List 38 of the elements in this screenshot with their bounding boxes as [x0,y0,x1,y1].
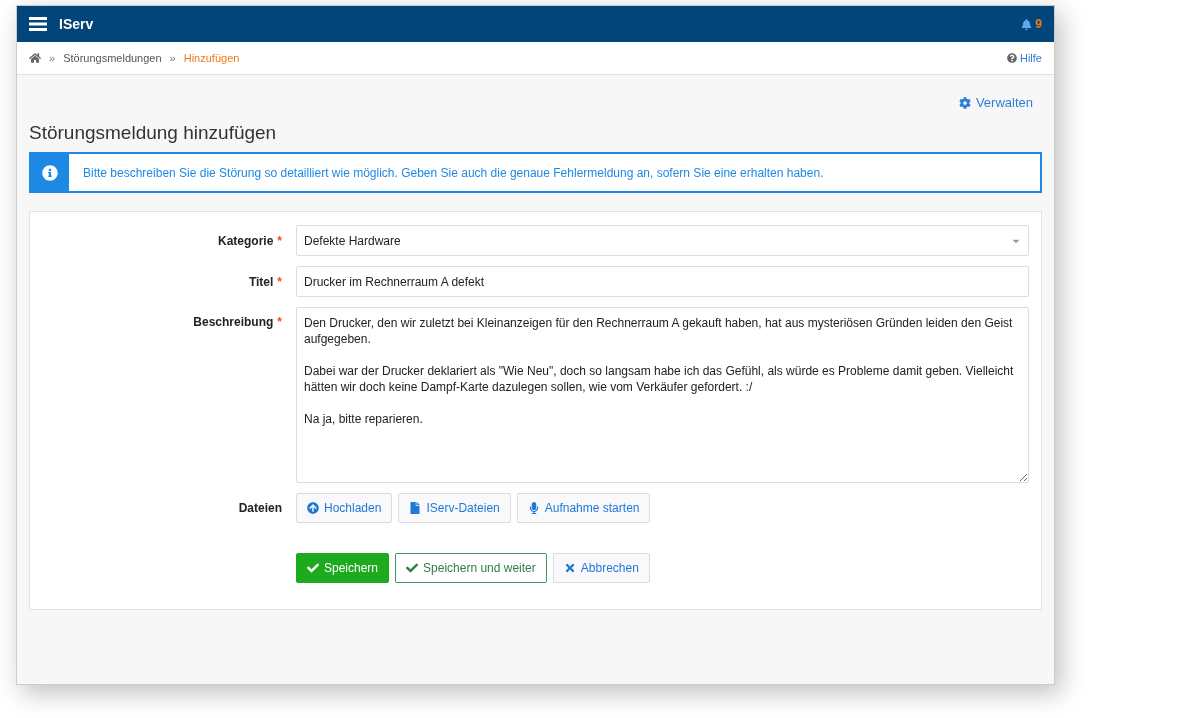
required-mark: * [277,315,282,329]
check-icon [307,562,319,574]
microphone-icon [527,502,540,514]
file-icon [409,502,422,514]
page-title: Störungsmeldung hinzufügen [29,122,278,144]
field-label: Titel [248,274,274,289]
file-button[interactable]: IServ-Dateien [398,493,511,523]
alert-text: Bitte beschreiben Sie die Störung so detailliert wie möglich. Geben Sie auch die genaue Fehlermeldung an, sofern Sie eine erhalten haben. [82,165,824,180]
menu-icon[interactable] [29,17,47,31]
bell-icon[interactable] [1021,18,1033,30]
settings-icon [958,96,971,109]
description-textarea[interactable]: Den Drucker, den wir zuletzt bei Kleinanzeigen für den Rechnerraum A gekauft haben, hat aus mysteriösen Gründen leiden den Geist aufgegeben. Dabei war der Drucker deklariert als "Wie Neu", doch so langsam habe ich das Gefühl, als würde es Probleme damit geben. Vielleicht hätten wir doch keine Dampf-Karte dazulegen sollen, wie vom Verkäufer gefordert. :/ Na ja, bitte reparieren. [296,307,1029,483]
field-label: Beschreibung [193,315,274,329]
save-button[interactable]: Speichern und weiter [395,553,547,583]
upload-icon [307,502,319,514]
input-field[interactable]: Drucker im Rechnerraum A defekt [296,266,1029,297]
save-button[interactable]: Speichern [296,553,390,583]
field-label: Kategorie [217,233,274,248]
brand-name[interactable]: IServ [59,16,94,32]
separator: » [169,52,176,64]
breadcrumb-link[interactable]: Störungsmeldungen [63,52,162,64]
field-label: Dateien [237,501,282,515]
file-button[interactable]: Aufnahme starten [516,493,651,523]
home-icon[interactable] [29,52,41,64]
info-icon [42,164,58,181]
required-mark: * [277,274,282,289]
help-link[interactable]: Hilfe [1007,52,1042,64]
check-icon [406,562,419,574]
manage-link[interactable]: Verwalten [958,95,1033,110]
required-mark: * [277,233,282,248]
notification-count[interactable]: 9 [1035,17,1042,31]
help-icon [1007,53,1017,63]
breadcrumb-link[interactable]: Hinzufügen [183,52,240,64]
separator: » [49,52,56,64]
cancel-button[interactable]: Abbrechen [552,553,650,583]
close-icon [563,562,576,574]
file-button[interactable]: Hochladen [296,493,393,523]
category-select[interactable]: Defekte Hardware [296,225,1029,256]
